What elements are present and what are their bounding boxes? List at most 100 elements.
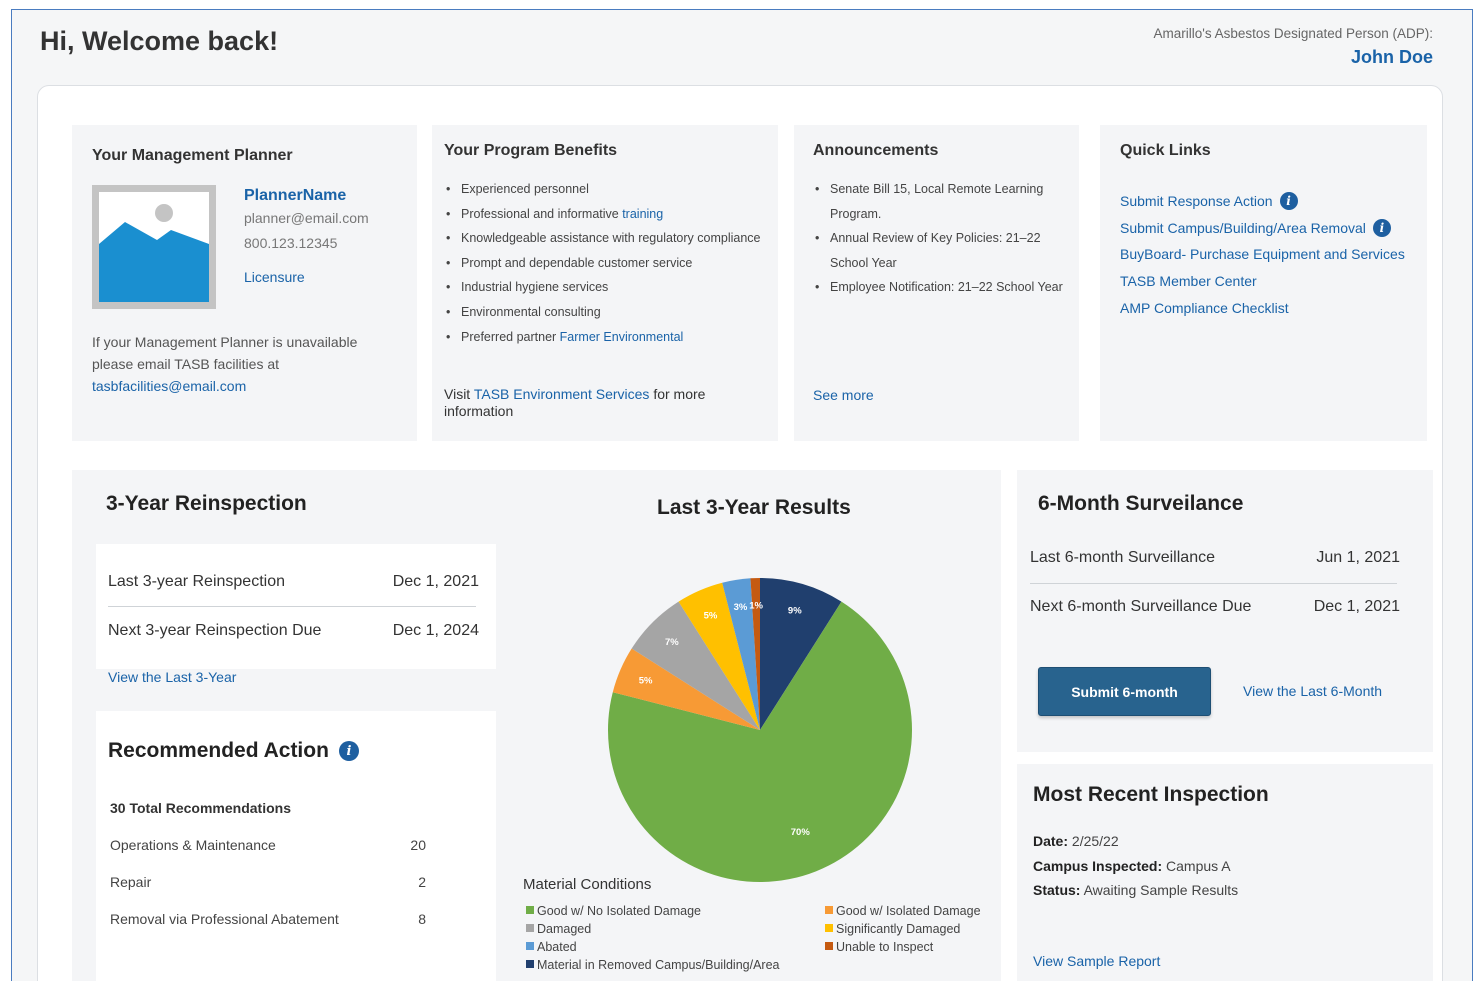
planner-panel-title: Your Management Planner xyxy=(92,147,293,164)
benefit-item: Prompt and dependable customer service xyxy=(444,251,764,276)
recommendation-row: Removal via Professional Abatement 8 xyxy=(110,911,426,927)
recommendation-row: Repair 2 xyxy=(110,874,426,890)
management-planner-panel: Your Management Planner PlannerName plan… xyxy=(72,125,417,441)
chart-legend-left: Good w/ No Isolated Damage Damaged Abated M… xyxy=(526,902,779,974)
welcome-heading: Hi, Welcome back! xyxy=(40,26,279,56)
chart-legend-right: Good w/ Isolated Damage Significantly Dam… xyxy=(825,902,981,956)
info-icon[interactable]: i xyxy=(1372,219,1391,237)
recommendation-count: 20 xyxy=(410,837,426,853)
announcement-item[interactable]: Senate Bill 15, Local Remote Learning Pr… xyxy=(813,177,1063,226)
benefits-list: Experienced personnel Professional and in… xyxy=(444,177,764,349)
planner-note-text: If your Management Planner is unavailabl… xyxy=(92,334,358,372)
legend-swatch xyxy=(825,906,833,914)
row-label: Next 3-year Reinspection Due xyxy=(108,622,322,639)
surveillance-section: 6-Month Surveilance Last 6-month Surveil… xyxy=(1017,470,1433,752)
benefit-text: Prompt and dependable customer service xyxy=(461,255,693,270)
legend-item: Material in Removed Campus/Building/Area xyxy=(526,956,779,974)
legend-item: Significantly Damaged xyxy=(825,920,981,938)
pie-data-label: 1% xyxy=(749,600,763,611)
inspection-status: Status: Awaiting Sample Results xyxy=(1033,882,1238,898)
row-label: Last 3-year Reinspection xyxy=(108,573,285,590)
quick-link[interactable]: Submit Campus/Building/Area Removal xyxy=(1120,220,1366,236)
divider xyxy=(1030,583,1397,584)
tasb-environment-services-link[interactable]: TASB Environment Services xyxy=(474,386,650,402)
announcements-panel-title: Announcements xyxy=(813,142,939,159)
recent-inspection-section: Most Recent Inspection Date: 2/25/22 Cam… xyxy=(1017,764,1433,981)
benefit-link[interactable]: training xyxy=(622,207,663,221)
quick-link-item: BuyBoard- Purchase Equipment and Service… xyxy=(1120,246,1405,262)
licensure-link[interactable]: Licensure xyxy=(244,269,305,285)
pie-data-label: 5% xyxy=(704,611,718,622)
reinspection-section: 3-Year Reinspection Last 3-year Reinspec… xyxy=(72,470,1001,981)
benefit-item: Knowledgeable assistance with regulatory… xyxy=(444,226,764,251)
reinspection-dates-box: Last 3-year Reinspection Dec 1, 2021 Nex… xyxy=(96,544,496,669)
benefit-text: Preferred partner xyxy=(461,329,560,344)
benefit-text: Experienced personnel xyxy=(461,182,589,196)
legend-item: Abated xyxy=(526,938,779,956)
info-icon[interactable]: i xyxy=(1279,192,1298,210)
benefit-link[interactable]: Farmer Environmental xyxy=(560,330,684,344)
row-value: Jun 1, 2021 xyxy=(1316,549,1400,566)
pie-data-label: 70% xyxy=(791,827,811,838)
reinspection-title: 3-Year Reinspection xyxy=(106,492,307,515)
legend-swatch xyxy=(526,960,534,968)
next-surveillance-row: Next 6-month Surveillance Due Dec 1, 202… xyxy=(1030,598,1400,616)
benefit-item: Environmental consulting xyxy=(444,300,764,325)
view-sample-report-link[interactable]: View Sample Report xyxy=(1033,953,1160,969)
last-surveillance-row: Last 6-month Surveillance Jun 1, 2021 xyxy=(1030,549,1400,567)
benefit-text: Industrial hygiene services xyxy=(461,280,609,295)
inspection-campus: Campus Inspected: Campus A xyxy=(1033,858,1231,874)
tasb-facilities-email-link[interactable]: tasbfacilities@email.com xyxy=(92,378,246,394)
campus-value: Campus A xyxy=(1162,858,1231,874)
quick-link[interactable]: AMP Compliance Checklist xyxy=(1120,300,1289,316)
next-reinspection-row: Next 3-year Reinspection Due Dec 1, 2024 xyxy=(108,622,479,640)
recommendation-count: 2 xyxy=(418,874,426,890)
recommendation-count: 8 xyxy=(418,911,426,927)
adp-label: Amarillo's Asbestos Designated Person (A… xyxy=(1153,26,1433,41)
legend-swatch xyxy=(825,942,833,950)
see-more-link[interactable]: See more xyxy=(813,387,874,403)
pie-data-label: 5% xyxy=(639,675,653,686)
quick-link[interactable]: Submit Response Action xyxy=(1120,193,1273,209)
announcement-item[interactable]: Annual Review of Key Policies: 21–22 Sch… xyxy=(813,226,1063,275)
quick-link[interactable]: BuyBoard- Purchase Equipment and Service… xyxy=(1120,246,1405,262)
last-reinspection-row: Last 3-year Reinspection Dec 1, 2021 xyxy=(108,573,479,591)
image-placeholder-icon xyxy=(99,192,209,302)
legend-item: Unable to Inspect xyxy=(825,938,981,956)
legend-title: Material Conditions xyxy=(523,876,652,893)
legend-swatch xyxy=(825,924,833,932)
inspection-date: Date: 2/25/22 xyxy=(1033,833,1119,849)
benefit-text: Environmental consulting xyxy=(461,304,601,319)
announcement-item[interactable]: Employee Notification: 21–22 School Year xyxy=(813,275,1063,300)
recommended-action-title: Recommended Action i xyxy=(108,739,359,763)
legend-label: Good w/ Isolated Damage xyxy=(836,904,981,918)
info-icon[interactable]: i xyxy=(338,741,359,761)
row-value: Dec 1, 2021 xyxy=(1313,598,1400,615)
benefits-panel-title: Your Program Benefits xyxy=(444,142,618,159)
quick-links-panel: Quick Links Submit Response Action i Submi… xyxy=(1100,125,1427,441)
view-last-3-year-link[interactable]: View the Last 3-Year xyxy=(108,669,236,685)
planner-name: PlannerName xyxy=(244,187,347,204)
divider xyxy=(108,606,476,607)
legend-label: Abated xyxy=(537,940,577,954)
surveillance-title: 6-Month Surveilance xyxy=(1038,492,1244,515)
campus-label: Campus Inspected: xyxy=(1033,858,1163,874)
row-value: Dec 1, 2021 xyxy=(392,573,479,590)
benefit-text: Knowledgeable assistance with regulatory… xyxy=(461,231,761,246)
recommendation-label: Removal via Professional Abatement xyxy=(110,911,339,927)
view-last-6-month-link[interactable]: View the Last 6-Month xyxy=(1243,683,1382,699)
submit-6-month-button[interactable]: Submit 6-month xyxy=(1038,667,1211,716)
quick-link-item: TASB Member Center xyxy=(1120,273,1257,289)
legend-swatch xyxy=(526,942,534,950)
quick-links-title: Quick Links xyxy=(1120,142,1211,159)
recommendation-row: Operations & Maintenance 20 xyxy=(110,837,426,853)
quick-link[interactable]: TASB Member Center xyxy=(1120,273,1257,289)
legend-item: Good w/ No Isolated Damage xyxy=(526,902,779,920)
recommendation-label: Operations & Maintenance xyxy=(110,837,276,853)
quick-link-item: AMP Compliance Checklist xyxy=(1120,300,1289,316)
visit-prefix: Visit xyxy=(444,386,474,402)
legend-label: Damaged xyxy=(537,922,592,936)
legend-item: Damaged xyxy=(526,920,779,938)
legend-swatch xyxy=(526,924,534,932)
date-value: 2/25/22 xyxy=(1068,833,1119,849)
